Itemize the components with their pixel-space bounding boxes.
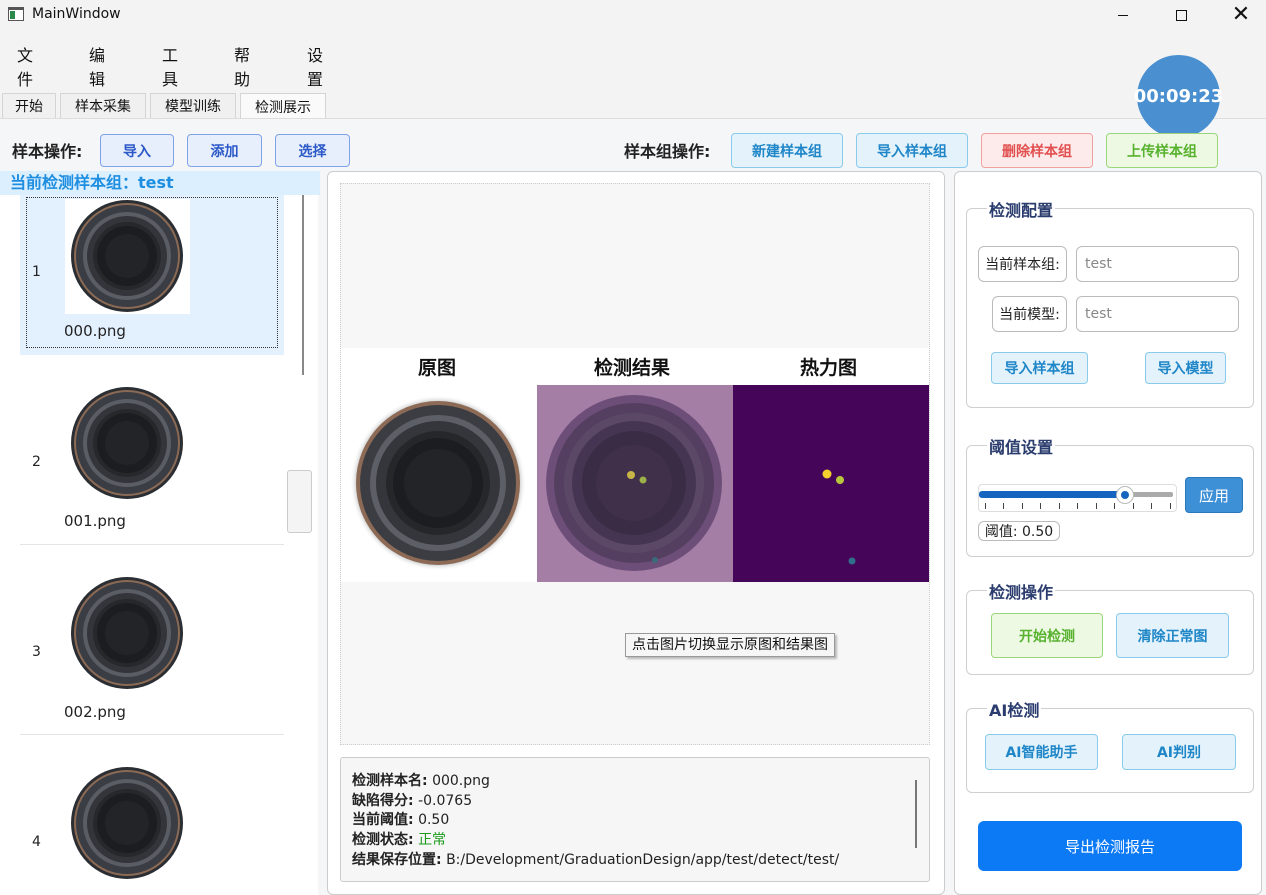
- list-scrollbar[interactable]: [302, 195, 304, 375]
- start-detect-button[interactable]: 开始检测: [991, 613, 1103, 658]
- sample-ops-label: 样本操作:: [12, 142, 83, 161]
- info-threshold-label: 当前阈值:: [352, 812, 414, 828]
- info-status-value: 正常: [418, 832, 447, 848]
- info-name-row: 检测样本名: 000.png: [352, 770, 490, 790]
- threshold-slider-handle[interactable]: [1115, 486, 1134, 504]
- list-divider: [20, 734, 284, 735]
- item-index: 1: [32, 264, 41, 280]
- current-group-field[interactable]: test: [1076, 246, 1239, 282]
- timer-badge: 00:09:23: [1134, 55, 1223, 138]
- menu-tools[interactable]: 工具: [162, 42, 178, 90]
- list-scroll-handle[interactable]: [287, 470, 312, 533]
- info-score-row: 缺陷得分: -0.0765: [352, 790, 472, 810]
- export-report-button[interactable]: 导出检测报告: [978, 821, 1242, 871]
- detection-info-box: 检测样本名: 000.png 缺陷得分: -0.0765 当前阈值: 0.50 …: [340, 757, 930, 882]
- ai-judge-button[interactable]: AI判别: [1122, 734, 1236, 770]
- tab-detect-display[interactable]: 检测展示: [240, 93, 326, 119]
- tab-start[interactable]: 开始: [2, 93, 56, 118]
- item-index: 2: [32, 454, 41, 470]
- config-import-group-button[interactable]: 导入样本组: [991, 352, 1088, 384]
- ai-assistant-button[interactable]: AI智能助手: [985, 734, 1098, 770]
- config-title: 检测配置: [987, 197, 1056, 221]
- list-item[interactable]: 2 001.png: [20, 380, 284, 540]
- info-score-value: -0.0765: [418, 793, 473, 809]
- title-bar: MainWindow ✕: [0, 0, 1266, 30]
- import-button[interactable]: 导入: [100, 134, 174, 167]
- menu-settings[interactable]: 设置: [307, 42, 323, 90]
- list-item[interactable]: 1 000.png: [20, 195, 284, 355]
- sample-thumbnail: [65, 576, 190, 691]
- current-group-header: 当前检测样本组：test: [0, 171, 320, 195]
- clear-normal-button[interactable]: 清除正常图: [1116, 613, 1229, 658]
- delete-group-button[interactable]: 删除样本组: [981, 133, 1093, 168]
- detect-ops-title: 检测操作: [987, 579, 1056, 603]
- info-path-row: 结果保存位置: B:/Development/GraduationDesign/…: [352, 849, 839, 869]
- current-model-field[interactable]: test: [1076, 296, 1239, 332]
- maximize-button[interactable]: [1158, 0, 1204, 30]
- slider-ticks: [985, 503, 1171, 510]
- info-threshold-value: 0.50: [418, 812, 450, 828]
- new-group-button[interactable]: 新建样本组: [731, 133, 843, 168]
- info-path-label: 结果保存位置:: [352, 852, 442, 868]
- info-score-label: 缺陷得分:: [352, 793, 414, 809]
- current-model-label: 当前模型:: [992, 296, 1067, 332]
- close-icon: ✕: [1231, 2, 1251, 27]
- window-title: MainWindow: [32, 6, 121, 22]
- threshold-title: 阈值设置: [987, 434, 1056, 458]
- import-group-button[interactable]: 导入样本组: [856, 133, 968, 168]
- group-ops-label: 样本组操作:: [624, 142, 711, 161]
- info-name-value: 000.png: [432, 773, 490, 789]
- sample-thumbnail: [65, 766, 190, 881]
- item-index: 3: [32, 644, 41, 660]
- info-scrollbar[interactable]: [915, 780, 917, 848]
- original-title: 原图: [418, 357, 457, 379]
- add-button[interactable]: 添加: [187, 134, 262, 167]
- heatmap-title: 热力图: [800, 357, 858, 379]
- current-group-label: 当前样本组:: [978, 246, 1067, 282]
- info-threshold-row: 当前阈值: 0.50: [352, 809, 449, 829]
- item-index: 4: [32, 834, 41, 850]
- app-icon: [8, 7, 24, 21]
- info-status-row: 检测状态: 正常: [352, 829, 446, 849]
- ai-title: AI检测: [987, 697, 1042, 721]
- close-button[interactable]: ✕: [1218, 0, 1264, 30]
- apply-threshold-button[interactable]: 应用: [1185, 477, 1243, 513]
- preview-tooltip: 点击图片切换显示原图和结果图: [625, 633, 835, 657]
- menu-help[interactable]: 帮助: [234, 42, 250, 90]
- menu-edit[interactable]: 编辑: [89, 42, 105, 90]
- info-name-label: 检测样本名:: [352, 773, 428, 789]
- upload-group-button[interactable]: 上传样本组: [1106, 133, 1218, 168]
- tab-sample-collect[interactable]: 样本采集: [60, 93, 146, 118]
- item-filename: 002.png: [64, 703, 126, 721]
- comparison-images: [341, 385, 929, 582]
- item-filename: 001.png: [64, 512, 126, 530]
- maximize-icon: [1175, 9, 1187, 21]
- threshold-value-label: 阈值: 0.50: [978, 521, 1060, 541]
- tab-model-train[interactable]: 模型训练: [150, 93, 236, 118]
- threshold-slider-fill: [979, 491, 1125, 498]
- result-composite-image[interactable]: 原图 检测结果 热力图: [341, 348, 929, 582]
- minimize-button[interactable]: [1100, 0, 1146, 30]
- result-title: 检测结果: [594, 357, 671, 379]
- minimize-icon: [1118, 14, 1128, 16]
- item-filename: 000.png: [64, 322, 126, 340]
- info-status-label: 检测状态:: [352, 832, 414, 848]
- select-button[interactable]: 选择: [275, 134, 350, 167]
- list-item[interactable]: 4: [20, 760, 284, 895]
- sample-thumbnail: [65, 199, 190, 314]
- config-import-model-button[interactable]: 导入模型: [1145, 352, 1226, 384]
- list-divider: [20, 544, 284, 545]
- menu-file[interactable]: 文件: [17, 42, 33, 90]
- list-item[interactable]: 3 002.png: [20, 570, 284, 730]
- sample-thumbnail: [65, 386, 190, 501]
- info-path-value: B:/Development/GraduationDesign/app/test…: [446, 852, 840, 868]
